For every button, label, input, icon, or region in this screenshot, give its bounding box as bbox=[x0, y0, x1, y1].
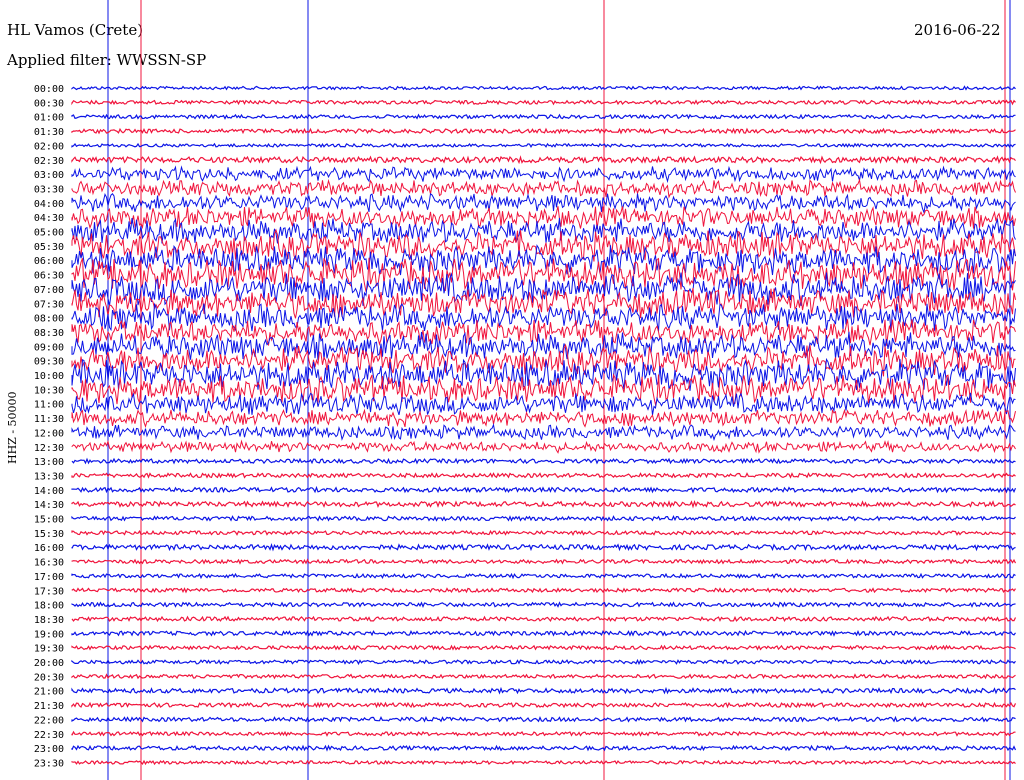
time-tick-label: 04:30 bbox=[34, 213, 64, 224]
seismic-trace bbox=[71, 485, 1017, 494]
time-tick-label: 14:00 bbox=[34, 486, 64, 497]
seismic-trace bbox=[71, 113, 1016, 120]
time-tick-label: 05:30 bbox=[34, 242, 64, 253]
time-tick-label: 00:30 bbox=[34, 98, 64, 109]
seismic-trace bbox=[71, 744, 1017, 752]
seismic-trace bbox=[71, 686, 1016, 695]
seismic-trace bbox=[71, 142, 1016, 148]
time-tick-label: 20:30 bbox=[34, 672, 64, 683]
time-tick-label: 17:00 bbox=[34, 572, 64, 583]
time-tick-label: 13:00 bbox=[34, 457, 64, 468]
time-tick-label: 09:00 bbox=[34, 342, 64, 353]
time-tick-label: 08:30 bbox=[34, 328, 64, 339]
seismic-trace bbox=[71, 759, 1016, 766]
time-tick-label: 12:30 bbox=[34, 443, 64, 454]
time-tick-label: 02:30 bbox=[34, 156, 64, 167]
time-tick-label: 03:00 bbox=[34, 170, 64, 181]
time-tick-label: 18:30 bbox=[34, 615, 64, 626]
time-tick-label: 16:30 bbox=[34, 558, 64, 569]
seismic-trace bbox=[71, 715, 1016, 723]
seismic-trace bbox=[71, 658, 1016, 666]
seismic-trace bbox=[71, 165, 1016, 184]
seismic-trace bbox=[71, 701, 1017, 709]
seismic-trace bbox=[71, 85, 1016, 91]
time-tick-label: 06:30 bbox=[34, 271, 64, 282]
time-tick-label: 01:30 bbox=[34, 127, 64, 138]
seismic-trace bbox=[71, 408, 1016, 429]
time-tick-label: 17:30 bbox=[34, 586, 64, 597]
time-tick-label: 15:30 bbox=[34, 529, 64, 540]
seismic-trace bbox=[71, 629, 1016, 637]
time-tick-label: 05:00 bbox=[34, 228, 64, 239]
time-tick-label: 01:00 bbox=[34, 113, 64, 124]
seismic-trace bbox=[71, 193, 1016, 215]
seismic-trace bbox=[71, 178, 1016, 199]
time-tick-label: 00:00 bbox=[34, 84, 64, 95]
seismic-trace bbox=[71, 217, 1016, 244]
time-tick-label: 19:30 bbox=[34, 644, 64, 655]
time-tick-label: 14:30 bbox=[34, 500, 64, 511]
time-tick-label: 04:00 bbox=[34, 199, 64, 210]
time-tick-label: 21:00 bbox=[34, 687, 64, 698]
time-tick-label: 08:00 bbox=[34, 314, 64, 325]
time-tick-label: 11:30 bbox=[34, 414, 64, 425]
time-tick-label: 09:30 bbox=[34, 357, 64, 368]
time-tick-label: 06:00 bbox=[34, 256, 64, 267]
seismic-trace bbox=[71, 99, 1016, 106]
seismic-trace bbox=[71, 423, 1016, 442]
seismic-trace bbox=[71, 529, 1016, 536]
seismic-trace bbox=[71, 601, 1016, 609]
time-tick-label: 10:30 bbox=[34, 385, 64, 396]
time-tick-label: 07:00 bbox=[34, 285, 64, 296]
time-tick-label: 13:30 bbox=[34, 471, 64, 482]
seismic-trace bbox=[71, 457, 1016, 465]
time-tick-label: 12:00 bbox=[34, 428, 64, 439]
seismic-trace bbox=[71, 644, 1016, 651]
seismic-trace bbox=[71, 499, 1016, 509]
seismic-trace bbox=[71, 673, 1016, 680]
time-tick-label: 15:00 bbox=[34, 515, 64, 526]
seismic-trace bbox=[71, 730, 1016, 737]
time-tick-label: 19:00 bbox=[34, 629, 64, 640]
time-tick-label: 22:00 bbox=[34, 715, 64, 726]
seismic-trace bbox=[71, 471, 1016, 479]
time-tick-label: 03:30 bbox=[34, 184, 64, 195]
seismic-trace bbox=[71, 587, 1016, 594]
time-tick-label: 07:30 bbox=[34, 299, 64, 310]
seismic-trace bbox=[71, 515, 1016, 522]
time-tick-label: 23:00 bbox=[34, 744, 64, 755]
seismic-trace bbox=[71, 272, 1016, 306]
time-tick-label: 18:00 bbox=[34, 601, 64, 612]
time-tick-label: 16:00 bbox=[34, 543, 64, 554]
seismic-trace bbox=[71, 558, 1017, 565]
time-tick-label: 11:00 bbox=[34, 400, 64, 411]
time-tick-label: 21:30 bbox=[34, 701, 64, 712]
seismic-trace bbox=[71, 155, 1016, 165]
time-tick-label: 20:00 bbox=[34, 658, 64, 669]
time-tick-label: 10:00 bbox=[34, 371, 64, 382]
seismic-trace bbox=[71, 228, 1016, 262]
seismic-trace bbox=[71, 439, 1016, 454]
seismic-trace bbox=[71, 127, 1016, 135]
seismic-trace bbox=[71, 615, 1017, 623]
time-tick-label: 02:00 bbox=[34, 141, 64, 152]
helicorder-plot: 00:00 00:30 01:00 01:30 02:00 02:30 03:00 03:30… bbox=[34, 0, 1017, 780]
seismic-trace bbox=[71, 572, 1016, 580]
time-tick-label: 22:30 bbox=[34, 730, 64, 741]
time-tick-label: 23:30 bbox=[34, 758, 64, 769]
seismic-trace bbox=[71, 542, 1016, 552]
